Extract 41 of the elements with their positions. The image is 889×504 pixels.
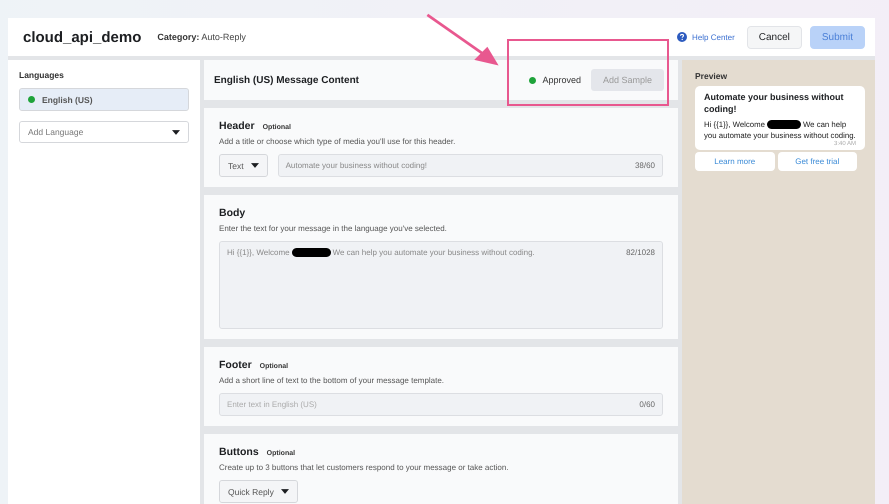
language-label[interactable]: English (US) bbox=[42, 94, 93, 104]
dropdown-value[interactable]: Quick Reply bbox=[228, 486, 274, 496]
character-counter: 38/60 bbox=[634, 161, 655, 170]
character-counter: 0/60 bbox=[639, 400, 655, 409]
section-hint: Add a title or choose which type of media you'll use for this header. bbox=[219, 137, 456, 146]
text-area[interactable]: Hi {{1}}, Welcome We can help you automate your business without coding. 82/1028 bbox=[219, 241, 663, 329]
caret-icon bbox=[280, 489, 289, 494]
section-title: Header bbox=[219, 120, 255, 132]
section-title: Body bbox=[219, 207, 246, 219]
message-heading: Automate your business without coding! bbox=[704, 91, 845, 115]
body-text[interactable]: Hi {{1}}, Welcome bbox=[227, 248, 290, 257]
language-item[interactable]: English (US) bbox=[19, 88, 189, 111]
help-center-link[interactable]: Help Center bbox=[677, 32, 735, 42]
character-counter: 82/1028 bbox=[626, 248, 655, 257]
help-icon[interactable] bbox=[677, 32, 688, 42]
section-hint: Enter the text for your message in the language you've selected. bbox=[219, 224, 448, 233]
category-text: Category: Auto-Reply bbox=[157, 32, 246, 42]
dropdown-placeholder[interactable]: Add Language bbox=[28, 127, 84, 137]
body-text[interactable]: We can help you automate your business without coding. bbox=[332, 248, 535, 257]
help-center-label[interactable]: Help Center bbox=[692, 32, 735, 42]
section-hint: Create up to 3 buttons that let customers respond to your message or take action. bbox=[219, 463, 510, 472]
add-language-dropdown[interactable]: Add Language bbox=[19, 121, 189, 143]
content-title: English (US) Message Content bbox=[214, 74, 360, 86]
cancel-button[interactable]: Cancel bbox=[746, 26, 802, 48]
input-field[interactable]: Automate your business without coding! 38/60 bbox=[278, 154, 663, 177]
preview-button[interactable]: Get free trial bbox=[778, 152, 857, 171]
type-dropdown[interactable]: Quick Reply bbox=[219, 480, 298, 503]
input-field[interactable]: Enter text in English (US) 0/60 bbox=[219, 393, 663, 416]
section-title: Footer bbox=[219, 359, 252, 371]
status-label: Approved bbox=[542, 75, 581, 85]
caret-icon bbox=[172, 130, 180, 134]
panel-title: Languages bbox=[19, 70, 65, 80]
preview-button[interactable]: Learn more bbox=[695, 152, 774, 171]
field-value[interactable]: Automate your business without coding! bbox=[286, 161, 635, 170]
type-dropdown[interactable]: Text bbox=[219, 154, 268, 177]
dropdown-value[interactable]: Text bbox=[228, 160, 244, 170]
section-hint: Add a short line of text to the bottom of your message template. bbox=[219, 376, 446, 385]
section-title: Buttons bbox=[219, 446, 259, 458]
template-name: cloud_api_demo bbox=[23, 28, 142, 46]
preview-title: Preview bbox=[695, 71, 728, 81]
caret-icon bbox=[250, 163, 259, 168]
